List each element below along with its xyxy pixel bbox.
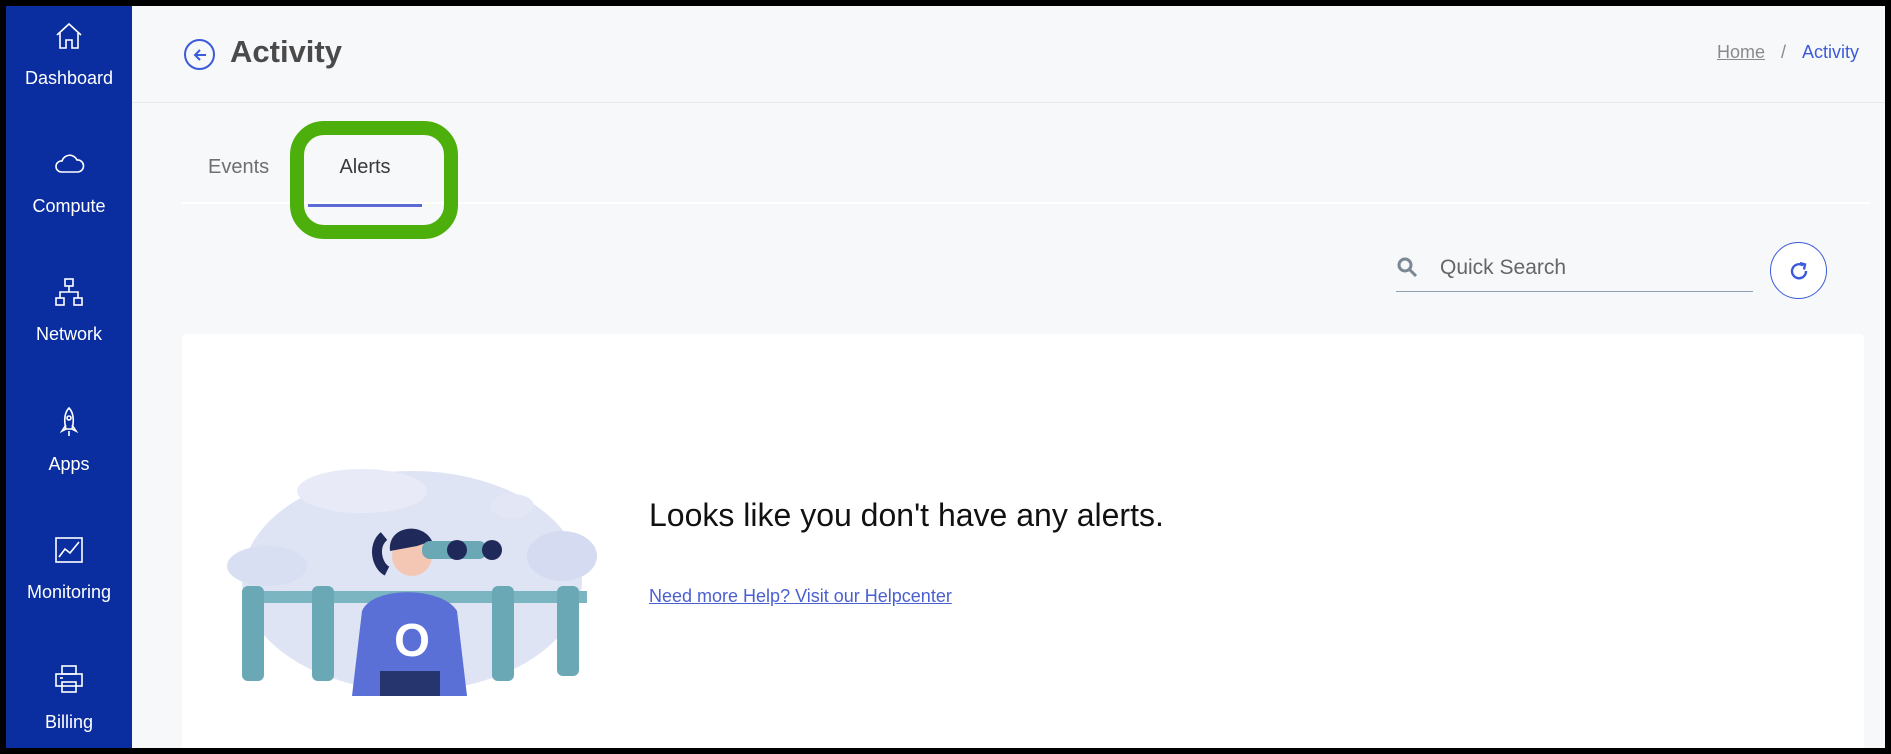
sidebar-item-label: Dashboard — [24, 68, 114, 88]
breadcrumb-separator: / — [1780, 42, 1786, 62]
home-icon — [56, 22, 82, 49]
arrow-left-icon — [193, 48, 206, 61]
refresh-icon — [1790, 261, 1807, 279]
quick-search — [1396, 246, 1753, 292]
search-input[interactable] — [1440, 250, 1740, 286]
rocket-icon — [59, 406, 79, 436]
search-icon — [1397, 257, 1418, 278]
page-title: Activity — [230, 34, 342, 69]
breadcrumb: Home / Activity — [1717, 42, 1859, 63]
sidebar-item-label: Billing — [44, 712, 94, 732]
printer-icon — [55, 665, 83, 693]
page-header: Activity Home / Activity — [132, 6, 1885, 103]
breadcrumb-current: Activity — [1801, 42, 1859, 62]
app-window: Dashboard Compute Network Apps Monitorin… — [6, 6, 1885, 748]
sidebar: Dashboard Compute Network Apps Monitorin… — [6, 6, 132, 748]
helpcenter-link[interactable]: Need more Help? Visit our Helpcenter — [649, 586, 952, 607]
sidebar-item-label: Monitoring — [26, 582, 112, 602]
sidebar-item-label: Apps — [48, 454, 90, 474]
sidebar-item-dashboard[interactable]: Dashboard — [6, 6, 132, 116]
highlight-annotation — [290, 121, 458, 239]
back-button[interactable] — [184, 39, 215, 70]
empty-state-card: O Looks like you don't have any alerts. … — [182, 334, 1864, 748]
empty-state-title: Looks like you don't have any alerts. — [649, 497, 1164, 533]
network-icon — [55, 278, 83, 306]
sidebar-item-label: Compute — [32, 196, 106, 216]
chart-icon — [55, 537, 83, 563]
sidebar-item-apps[interactable]: Apps — [6, 392, 132, 502]
sidebar-item-monitoring[interactable]: Monitoring — [6, 520, 132, 630]
sidebar-item-billing[interactable]: Billing — [6, 650, 132, 748]
tab-events[interactable]: Events — [208, 156, 269, 204]
binoculars-illustration: O — [227, 469, 597, 696]
sidebar-item-label: Network — [35, 324, 102, 344]
illustration-letter: O — [394, 614, 430, 666]
sidebar-item-network[interactable]: Network — [6, 262, 132, 372]
sidebar-item-compute[interactable]: Compute — [6, 134, 132, 244]
breadcrumb-home-link[interactable]: Home — [1717, 42, 1765, 63]
cloud-icon — [55, 154, 85, 173]
refresh-button[interactable] — [1770, 242, 1827, 299]
